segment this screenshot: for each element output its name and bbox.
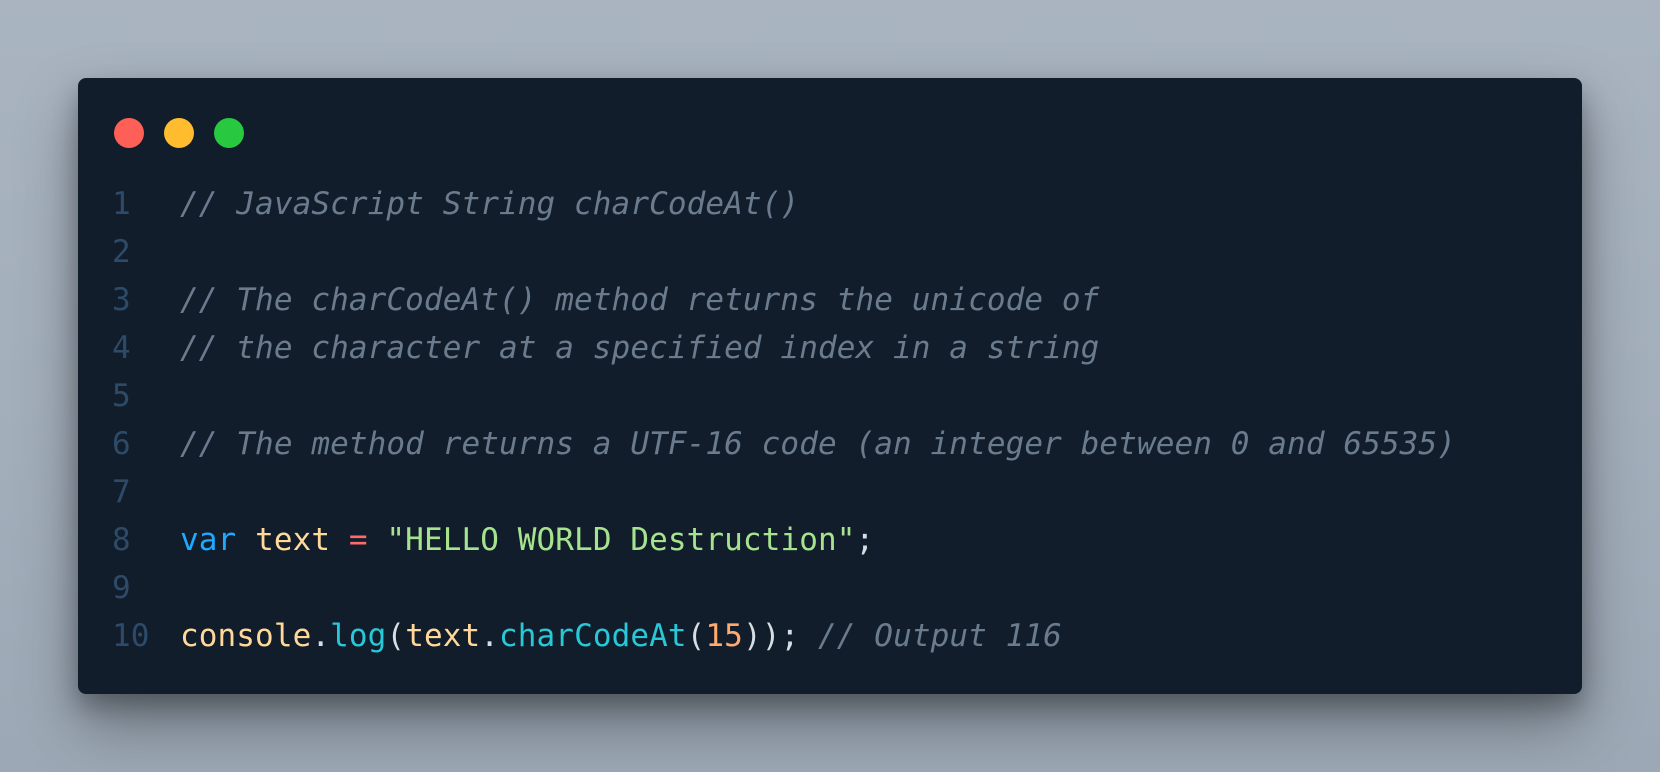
code-punctuation: ( — [386, 618, 406, 654]
code-comment: // The charCodeAt() method returns the u… — [180, 282, 1100, 318]
code-line-5: 5 — [78, 372, 1582, 420]
code-line-3: 3 // The charCodeAt() method returns the… — [78, 276, 1582, 324]
line-number: 6 — [112, 426, 131, 462]
code-operator: = — [348, 522, 368, 558]
code-punctuation: ( — [686, 618, 706, 654]
line-number: 2 — [112, 234, 131, 270]
code-line-1: 1 // JavaScript String charCodeAt() — [78, 180, 1582, 228]
code-method: log — [330, 618, 387, 654]
line-number: 5 — [112, 378, 131, 414]
code-identifier: text — [405, 618, 481, 654]
code-line-8: 8 var text = "HELLO WORLD Destruction"; — [78, 516, 1582, 564]
code-line-2: 2 — [78, 228, 1582, 276]
line-number: 8 — [112, 522, 131, 558]
code-punctuation: . — [311, 618, 331, 654]
code-comment: // The method returns a UTF-16 code (an … — [180, 426, 1456, 462]
line-number: 10 — [112, 618, 150, 654]
maximize-dot-icon[interactable] — [214, 118, 244, 148]
line-number: 1 — [112, 186, 131, 222]
code-line-6: 6 // The method returns a UTF-16 code (a… — [78, 420, 1582, 468]
code-comment: // Output 116 — [818, 618, 1062, 654]
code-number: 15 — [705, 618, 743, 654]
code-punctuation: ; — [855, 522, 875, 558]
line-number: 4 — [112, 330, 131, 366]
code-line-9: 9 — [78, 564, 1582, 612]
line-number: 3 — [112, 282, 131, 318]
code-object: console — [180, 618, 312, 654]
close-dot-icon[interactable] — [114, 118, 144, 148]
code-line-4: 4 // the character at a specified index … — [78, 324, 1582, 372]
line-number: 7 — [112, 474, 131, 510]
code-string: "HELLO WORLD Destruction" — [386, 522, 856, 558]
code-window: 1 // JavaScript String charCodeAt() 2 3 … — [78, 78, 1582, 694]
code-line-10: 10 console.log(text.charCodeAt(15)); // … — [78, 612, 1582, 660]
code-punctuation: . — [480, 618, 500, 654]
code-block: 1 // JavaScript String charCodeAt() 2 3 … — [78, 180, 1582, 660]
code-method: charCodeAt — [499, 618, 687, 654]
code-comment: // the character at a specified index in… — [180, 330, 1100, 366]
minimize-dot-icon[interactable] — [164, 118, 194, 148]
code-comment: // JavaScript String charCodeAt() — [180, 186, 800, 222]
code-identifier: text — [255, 522, 331, 558]
window-controls — [114, 118, 244, 148]
code-line-7: 7 — [78, 468, 1582, 516]
code-keyword: var — [180, 522, 237, 558]
code-punctuation: )); — [742, 618, 800, 654]
line-number: 9 — [112, 570, 131, 606]
